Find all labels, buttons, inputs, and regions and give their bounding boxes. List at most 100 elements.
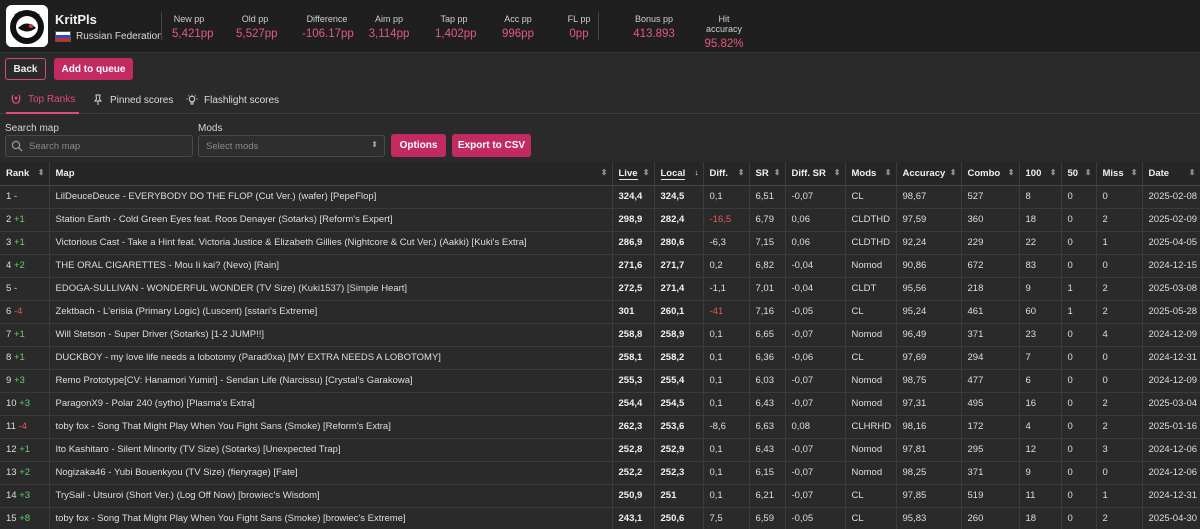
col-map[interactable]: Map ⬍ <box>49 162 613 186</box>
map-cell[interactable]: TrySail - Utsuroi (Short Ver.) (Log Off … <box>49 484 613 508</box>
col-live[interactable]: Live ⬍ <box>612 162 655 186</box>
map-cell[interactable]: ParagonX9 - Polar 240 (sytho) [Plasma's … <box>49 392 613 416</box>
col-diff-sr[interactable]: Diff. SR ⬍ <box>785 162 846 186</box>
map-cell[interactable]: Zektbach - L'erisia (Primary Logic) (Lus… <box>49 300 613 324</box>
rank-cell: 9 +3 <box>0 369 50 393</box>
options-button[interactable]: Options <box>391 134 446 157</box>
table-header-row: Rank ⬍ Map ⬍ Live ⬍ Local ↓ Diff. ⬍ SR ⬍ Diff.… <box>0 162 1200 186</box>
map-cell[interactable]: Will Stetson - Super Driver (Sotarks) [1… <box>49 323 613 347</box>
diff-cell: 0,1 <box>703 484 750 508</box>
back-button[interactable]: Back <box>5 58 46 80</box>
table-row[interactable]: 9 +3 Remo Prototype[CV: Hanamori Yumiri] … <box>0 369 1200 393</box>
search-map-input[interactable]: Search map <box>5 135 193 157</box>
mods-select[interactable]: Select mods ⬍ <box>198 135 385 157</box>
col-sr[interactable]: SR ⬍ <box>749 162 786 186</box>
count-100-cell: 11 <box>1019 484 1062 508</box>
table-row[interactable]: 6 -4 Zektbach - L'erisia (Primary Logic) … <box>0 300 1200 324</box>
tab-bar: Top Ranks Pinned scores Flashlight score… <box>0 86 1200 114</box>
add-to-queue-button[interactable]: Add to queue <box>54 58 133 80</box>
table-row[interactable]: 1 - LilDeuceDeuce - EVERYBODY DO THE FLOP… <box>0 185 1200 209</box>
table-row[interactable]: 14 +3 TrySail - Utsuroi (Short Ver.) (Log… <box>0 484 1200 508</box>
count-50-cell: 0 <box>1061 208 1097 232</box>
table-row[interactable]: 13 +2 Nogizaka46 - Yubi Bouenkyou (TV Siz… <box>0 461 1200 485</box>
diff-sr-cell: 0,06 <box>785 208 846 232</box>
date-cell: 2024-12-09 <box>1142 369 1200 393</box>
col-rank[interactable]: Rank ⬍ <box>0 162 50 186</box>
map-cell[interactable]: Nogizaka46 - Yubi Bouenkyou (TV Size) (f… <box>49 461 613 485</box>
pin-icon <box>94 94 102 105</box>
table-row[interactable]: 7 +1 Will Stetson - Super Driver (Sotarks… <box>0 323 1200 347</box>
col-date[interactable]: Date ⬍ <box>1142 162 1200 186</box>
col-diff[interactable]: Diff. ⬍ <box>703 162 750 186</box>
rank-cell: 13 +2 <box>0 461 50 485</box>
mods-cell: Nomod <box>845 323 897 347</box>
map-cell[interactable]: DUCKBOY - my love life needs a lobotomy … <box>49 346 613 370</box>
table-row[interactable]: 5 - EDOGA-SULLIVAN - WONDERFUL WONDER (TV… <box>0 277 1200 301</box>
table-row[interactable]: 8 +1 DUCKBOY - my love life needs a lobot… <box>0 346 1200 370</box>
date-cell: 2025-01-16 <box>1142 415 1200 439</box>
table-row[interactable]: 10 +3 ParagonX9 - Polar 240 (sytho) [Plas… <box>0 392 1200 416</box>
rank-number: 10 <box>6 398 17 409</box>
combo-cell: 229 <box>961 231 1020 255</box>
tab-pinned-scores[interactable]: Pinned scores <box>92 86 173 114</box>
live-pp-cell: 254,4 <box>612 392 655 416</box>
local-pp-cell: 271,7 <box>654 254 704 278</box>
table-row[interactable]: 3 +1 Victorious Cast - Take a Hint feat. … <box>0 231 1200 255</box>
rank-number: 7 <box>6 329 12 340</box>
sort-icon: ⬍ <box>737 168 745 177</box>
rank-cell: 3 +1 <box>0 231 50 255</box>
map-cell[interactable]: Station Earth - Cold Green Eyes feat. Ro… <box>49 208 613 232</box>
map-cell[interactable]: Remo Prototype[CV: Hanamori Yumiri] - Se… <box>49 369 613 393</box>
date-cell: 2025-04-05 <box>1142 231 1200 255</box>
map-cell[interactable]: toby fox - Song That Might Play When You… <box>49 415 613 439</box>
mods-cell: Nomod <box>845 254 897 278</box>
diff-sr-cell: 0,06 <box>785 231 846 255</box>
stat-fl-pp: FL pp 0pp <box>567 14 591 40</box>
accuracy-cell: 95,24 <box>896 300 962 324</box>
miss-cell: 2 <box>1096 208 1143 232</box>
date-cell: 2025-05-28 <box>1142 300 1200 324</box>
diff-cell: 7,5 <box>703 507 750 529</box>
tab-flashlight-scores[interactable]: Flashlight scores <box>186 86 279 114</box>
col-miss[interactable]: Miss ⬍ <box>1096 162 1143 186</box>
table-row[interactable]: 12 +1 Ito Kashitaro - Silent Minority (TV… <box>0 438 1200 462</box>
rank-number: 5 <box>6 283 12 294</box>
col-mods[interactable]: Mods ⬍ <box>845 162 897 186</box>
map-cell[interactable]: LilDeuceDeuce - EVERYBODY DO THE FLOP (C… <box>49 185 613 209</box>
sr-cell: 6,59 <box>749 507 786 529</box>
export-csv-button[interactable]: Export to CSV <box>452 134 531 157</box>
table-row[interactable]: 4 +2 THE ORAL CIGARETTES - Mou Ii kai? (N… <box>0 254 1200 278</box>
lightbulb-icon <box>186 94 198 105</box>
table-row[interactable]: 15 +8 toby fox - Song That Might Play Whe… <box>0 507 1200 529</box>
map-cell[interactable]: Victorious Cast - Take a Hint feat. Vict… <box>49 231 613 255</box>
map-cell[interactable]: THE ORAL CIGARETTES - Mou Ii kai? (Nevo)… <box>49 254 613 278</box>
map-cell[interactable]: EDOGA-SULLIVAN - WONDERFUL WONDER (TV Si… <box>49 277 613 301</box>
accuracy-cell: 97,81 <box>896 438 962 462</box>
date-cell: 2024-12-31 <box>1142 484 1200 508</box>
count-50-cell: 0 <box>1061 438 1097 462</box>
table-body: 1 - LilDeuceDeuce - EVERYBODY DO THE FLOP… <box>0 185 1200 529</box>
avatar[interactable] <box>6 5 48 47</box>
count-50-cell: 0 <box>1061 254 1097 278</box>
col-local[interactable]: Local ↓ <box>654 162 704 186</box>
table-row[interactable]: 11 -4 toby fox - Song That Might Play Whe… <box>0 415 1200 439</box>
username[interactable]: KritPls <box>55 12 97 27</box>
mods-cell: Nomod <box>845 438 897 462</box>
sr-cell: 6,51 <box>749 185 786 209</box>
table-row[interactable]: 2 +1 Station Earth - Cold Green Eyes feat… <box>0 208 1200 232</box>
diff-sr-cell: -0,04 <box>785 254 846 278</box>
miss-cell: 2 <box>1096 277 1143 301</box>
search-map-label: Search map <box>5 123 59 134</box>
col-50[interactable]: 50 ⬍ <box>1061 162 1097 186</box>
tab-top-ranks[interactable]: Top Ranks <box>6 86 80 114</box>
miss-cell: 2 <box>1096 507 1143 529</box>
sort-icon: ⬍ <box>1188 168 1196 177</box>
map-cell[interactable]: toby fox - Song That Might Play When You… <box>49 507 613 529</box>
sort-icon: ⬍ <box>773 168 781 177</box>
live-pp-cell: 286,9 <box>612 231 655 255</box>
local-pp-cell: 255,4 <box>654 369 704 393</box>
map-cell[interactable]: Ito Kashitaro - Silent Minority (TV Size… <box>49 438 613 462</box>
col-accuracy[interactable]: Accuracy ⬍ <box>896 162 962 186</box>
col-combo[interactable]: Combo ⬍ <box>961 162 1020 186</box>
col-100[interactable]: 100 ⬍ <box>1019 162 1062 186</box>
